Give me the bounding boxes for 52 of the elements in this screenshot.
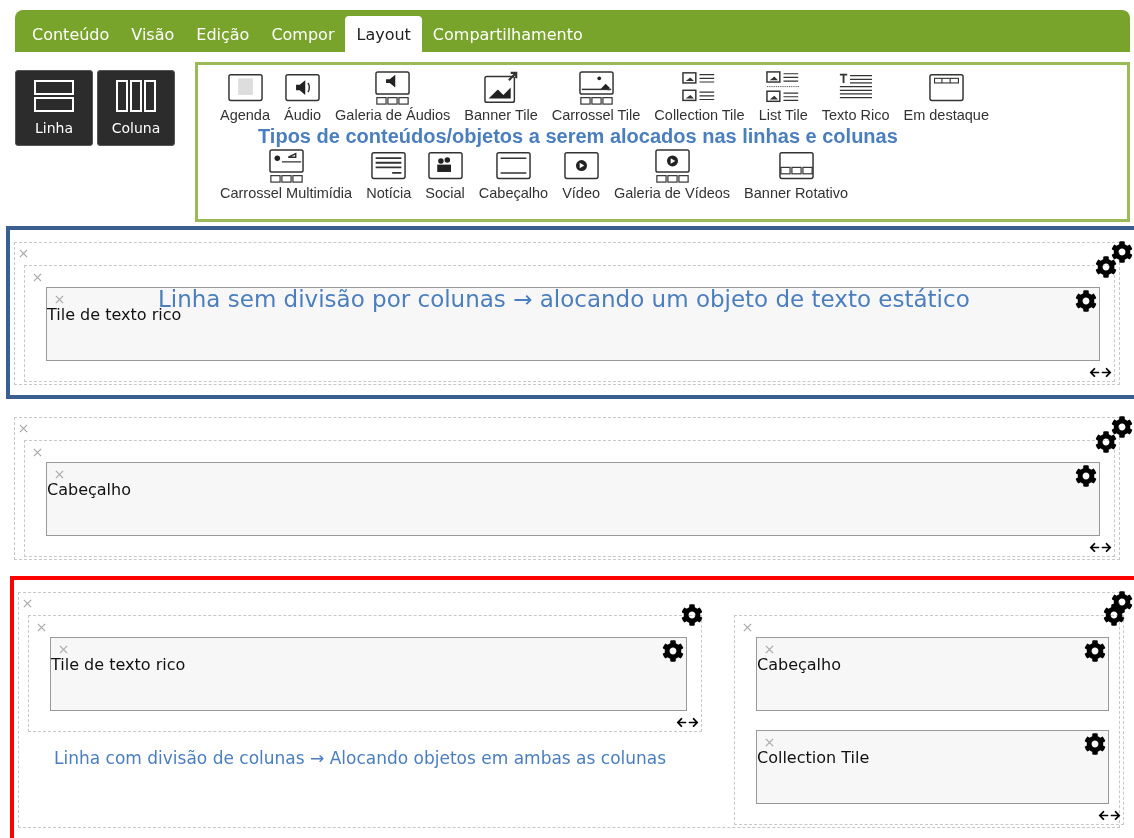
settings-icon[interactable] [1111,241,1133,263]
settings-icon[interactable] [1111,416,1133,438]
content-type-button[interactable]: Áudio [282,71,324,123]
content-type-button[interactable]: Notícia [364,149,414,201]
media-carousel-icon [267,149,305,183]
content-type-button[interactable]: Galeria de Áudios [333,71,453,123]
settings-icon[interactable] [1075,465,1097,487]
content-type-button[interactable]: Carrossel Tile [549,71,643,123]
annotation-text: Linha com divisão de colunas → Alocando objetos em ambas as colunas [54,748,667,769]
tile-title: Cabeçalho [47,480,131,499]
tile-title: Cabeçalho [757,655,841,674]
annotation-text: Tipos de conteúdos/objetos a serem alocados nas linhas e colunas [258,124,898,148]
move-arrows-icon[interactable] [1089,542,1112,553]
structure-button[interactable]: Linha [15,70,93,146]
content-tile[interactable]: Collection Tile [756,730,1109,804]
content-type-button[interactable]: Cabeçalho [476,149,551,201]
tile-title: Collection Tile [757,748,870,767]
tab[interactable]: Layout [345,16,422,52]
content-type-button[interactable]: Em destaque [901,71,991,123]
content-type-button[interactable]: List Tile [756,71,810,123]
content-type-button[interactable]: Banner Rotativo [742,149,851,201]
settings-icon[interactable] [1084,640,1106,662]
content-type-button[interactable]: Agenda [218,71,272,123]
content-type-button[interactable]: Carrossel Multimídia [218,149,355,201]
settings-icon[interactable] [681,604,703,626]
content-type-button[interactable]: Banner Tile [462,71,540,123]
image-carousel-icon [577,71,615,105]
content-type-button[interactable]: Texto Rico [819,71,892,123]
play-gallery-icon [653,149,691,183]
columns-icon [116,80,156,112]
rows-icon [34,80,74,112]
move-arrows-icon[interactable] [1098,810,1121,821]
settings-icon[interactable] [1084,733,1106,755]
settings-icon[interactable] [1075,290,1097,312]
content-type-button[interactable]: Vídeo [560,149,603,201]
content-tile[interactable]: Cabeçalho [756,637,1109,711]
settings-icon[interactable] [662,640,684,662]
settings-icon[interactable] [1095,256,1117,278]
speaker-gallery-icon [374,71,412,105]
image-list-icon [764,71,802,105]
settings-icon[interactable] [1103,604,1125,626]
content-tile[interactable]: Cabeçalho [46,462,1100,536]
tile-title: Tile de texto rico [51,655,186,674]
settings-icon[interactable] [1095,431,1117,453]
image-arrow-icon [482,71,520,105]
move-arrows-icon[interactable] [676,717,699,728]
content-tile[interactable]: Tile de texto rico [50,637,687,711]
content-type-button[interactable]: Collection Tile [652,71,747,123]
content-type-button[interactable]: Galeria de Vídeos [612,149,733,201]
move-arrows-icon[interactable] [1089,367,1112,378]
content-type-button[interactable]: Social [423,149,467,201]
structure-button[interactable]: Coluna [97,70,175,146]
